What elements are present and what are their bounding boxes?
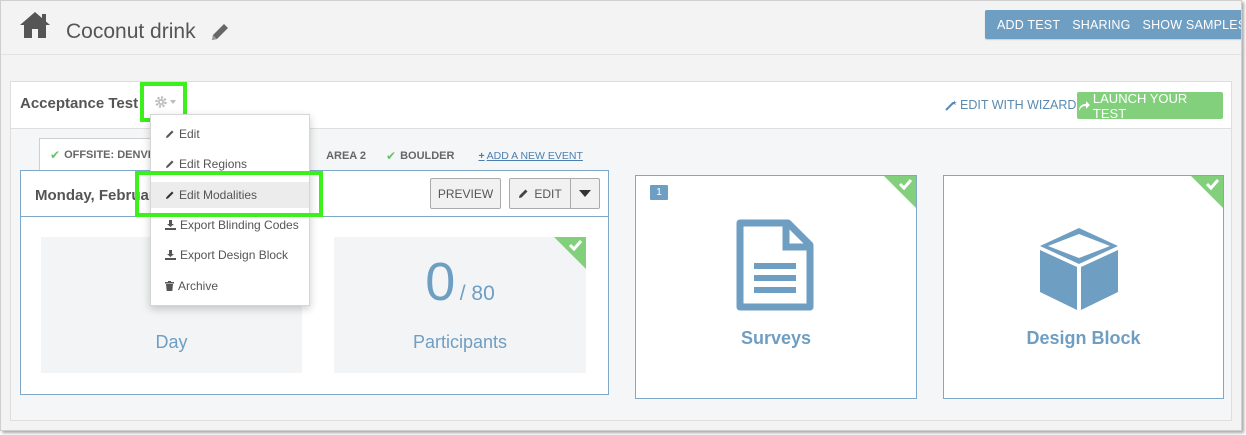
launch-test-button[interactable]: LAUNCH YOUR TEST [1077, 90, 1223, 121]
pencil-icon [519, 189, 528, 198]
menu-item-label: Edit Regions [179, 157, 248, 171]
pencil-icon [166, 130, 174, 138]
wizard-label: EDIT WITH WIZARD [960, 98, 1077, 112]
menu-item-edit[interactable]: Edit [151, 121, 309, 147]
panel-title: Acceptance Test [20, 95, 139, 112]
tab-label: OFFSITE: DENVER [64, 148, 164, 161]
participants-current: 0 [425, 252, 456, 312]
document-icon [736, 219, 814, 311]
participants-label: Participants [412, 332, 508, 352]
launch-label: LAUNCH YOUR TEST [1092, 90, 1188, 121]
check-icon: ✔ [50, 147, 61, 162]
menu-item-label: Export Blinding Codes [180, 218, 299, 232]
show-samples-button[interactable]: SHOW SAMPLES [1140, 18, 1241, 32]
surveys-label: Surveys [740, 328, 812, 348]
app-window: Coconut drink ADD TEST SHARING SHOW SAMP… [0, 0, 1242, 431]
preview-button[interactable]: PREVIEW [430, 178, 501, 209]
edit-modalities-highlight [135, 171, 323, 217]
menu-item-label: Edit [179, 127, 200, 141]
edit-button-group: EDIT [509, 178, 600, 209]
event-tabs: ✔ OFFSITE: DENVER AREA 2 ✔ BOULDER + ADD… [39, 138, 583, 171]
header-action-group: ADD TEST SHARING SHOW SAMPLES [985, 10, 1241, 39]
home-icon[interactable] [18, 10, 52, 40]
menu-item-label: Export Design Block [180, 248, 289, 262]
caret-down-icon [579, 190, 591, 197]
pencil-icon[interactable] [209, 21, 231, 43]
wand-icon [945, 100, 957, 111]
menu-item-label: Archive [178, 279, 219, 293]
menu-item-export-design-block[interactable]: Export Design Block [151, 242, 309, 268]
complete-corner-icon [884, 176, 916, 208]
participants-count: 0 / 80 [334, 251, 586, 313]
tab-label: BOULDER [400, 150, 455, 162]
add-event-link[interactable]: + ADD A NEW EVENT [464, 141, 582, 171]
participants-stat[interactable]: 0 / 80 Participants [334, 237, 586, 373]
edit-button[interactable]: EDIT [510, 179, 571, 208]
edit-label: EDIT [534, 186, 562, 201]
pencil-icon [166, 160, 174, 168]
menu-item-archive[interactable]: Archive [151, 273, 309, 299]
trash-icon [165, 281, 174, 291]
survey-count-badge: 1 [650, 185, 668, 200]
participants-total: / 80 [459, 282, 495, 305]
download-icon [165, 220, 176, 230]
chevron-down-icon [170, 100, 176, 104]
check-icon: ✔ [386, 149, 397, 163]
top-bar: Coconut drink ADD TEST SHARING SHOW SAMP… [1, 1, 1241, 55]
day-stat-label: Day [155, 332, 188, 352]
surveys-card[interactable]: 1 Surveys [635, 175, 917, 399]
plus-icon: + [478, 150, 485, 162]
gear-icon [155, 96, 167, 108]
tab-boulder[interactable]: ✔ BOULDER [376, 141, 464, 171]
edit-with-wizard-link[interactable]: EDIT WITH WIZARD [945, 98, 1076, 112]
sharing-button[interactable]: SHARING [1069, 18, 1133, 32]
tab-area-2[interactable]: AREA 2 [324, 141, 376, 171]
add-test-button[interactable]: ADD TEST [994, 18, 1063, 32]
cube-icon [1040, 228, 1118, 310]
design-block-label: Design Block [1026, 328, 1141, 348]
page-title: Coconut drink [66, 20, 196, 43]
download-icon [165, 250, 176, 260]
tab-label: AREA 2 [326, 150, 367, 162]
share-arrow-icon [1078, 100, 1090, 111]
design-block-card[interactable]: Design Block [943, 175, 1224, 399]
add-event-label: ADD A NEW EVENT [486, 150, 583, 162]
edit-dropdown-toggle[interactable] [571, 179, 599, 208]
complete-corner-icon [1191, 176, 1223, 208]
